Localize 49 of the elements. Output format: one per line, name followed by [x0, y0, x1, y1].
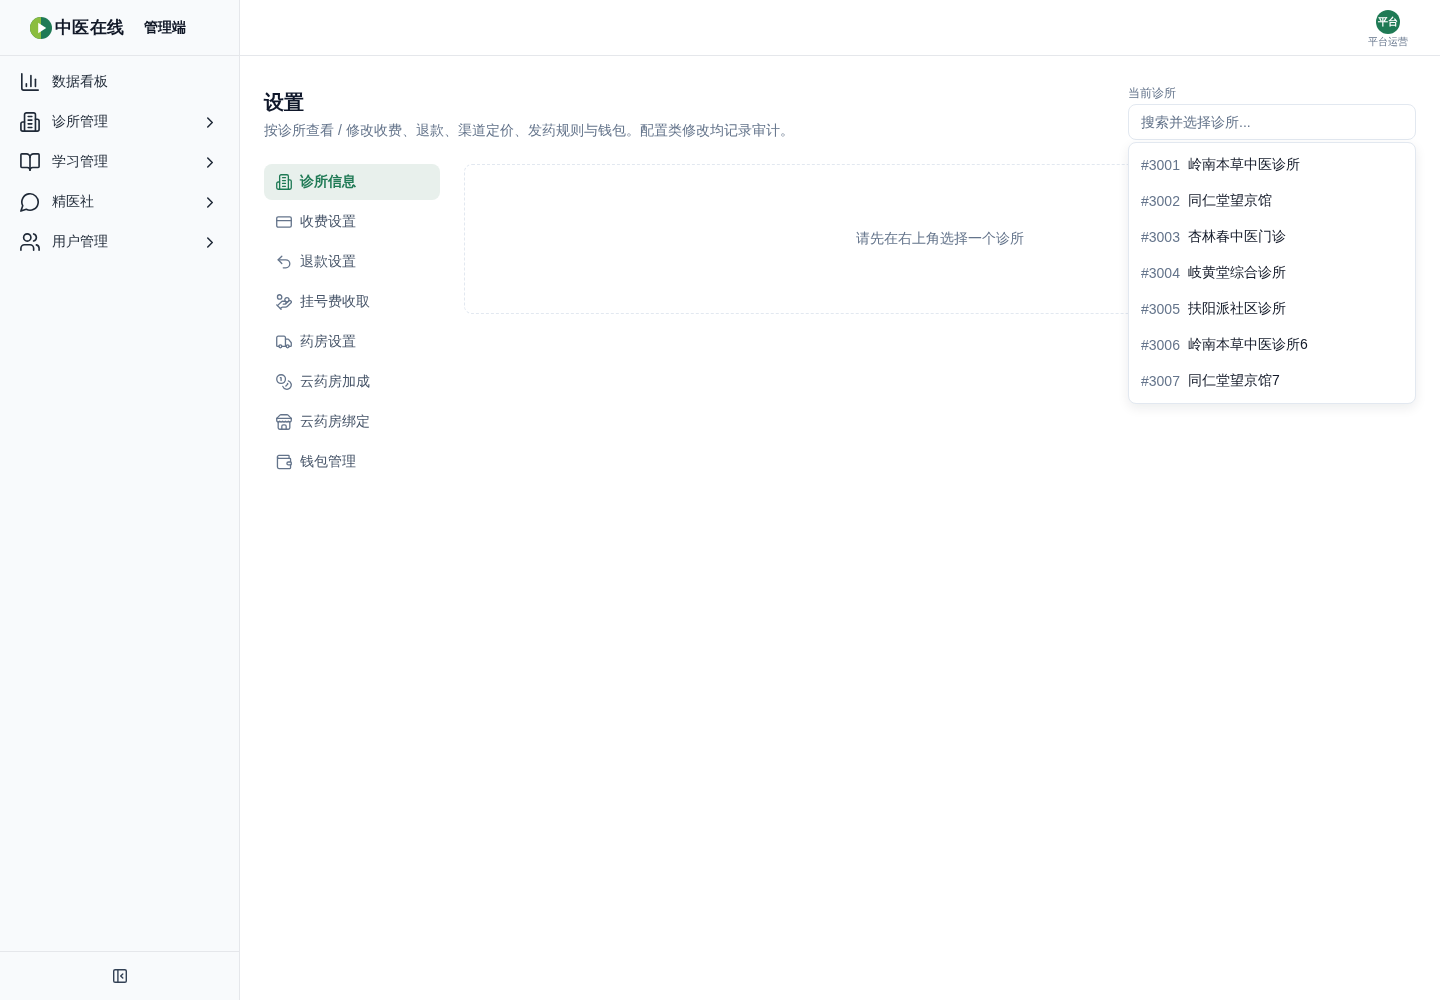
- brand-name: 中医在线: [55, 17, 125, 39]
- play-logo-icon: [30, 16, 52, 39]
- clinic-search-field[interactable]: 搜索并选择诊所...: [1128, 104, 1416, 140]
- bar-chart-icon: [20, 72, 40, 92]
- building-icon: [20, 112, 40, 132]
- building-icon: [276, 174, 292, 190]
- user-avatar[interactable]: 平台: [1376, 10, 1400, 34]
- credit-card-icon: [276, 214, 292, 230]
- settings-tab[interactable]: 云药房加成: [264, 364, 440, 400]
- app-role-label: 管理端: [144, 18, 187, 37]
- page-description: 按诊所查看 / 修改收费、退款、渠道定价、发药规则与钱包。配置类修改均记录审计。: [264, 121, 794, 140]
- clinic-option[interactable]: #3003 杏林春中医门诊: [1133, 219, 1411, 255]
- users-icon: [20, 232, 40, 252]
- coins-icon: [276, 374, 292, 390]
- hand-coins-icon: [276, 294, 292, 310]
- clinic-option[interactable]: #3004 岐黄堂综合诊所: [1133, 255, 1411, 291]
- empty-state-message: 请先在右上角选择一个诊所: [856, 230, 1024, 248]
- page-title: 设置: [264, 90, 305, 115]
- book-icon: [20, 152, 40, 172]
- sidebar-item[interactable]: 诊所管理: [12, 102, 227, 142]
- settings-tab[interactable]: 退款设置: [264, 244, 440, 280]
- chevron-right-icon: [207, 156, 213, 168]
- undo-arrow-icon: [276, 254, 292, 270]
- settings-tab[interactable]: 诊所信息: [264, 164, 440, 200]
- store-icon: [276, 414, 292, 430]
- sidebar-item[interactable]: 数据看板: [12, 62, 227, 102]
- sidebar-item[interactable]: 用户管理: [12, 222, 227, 262]
- clinic-option[interactable]: #3005 扶阳派社区诊所: [1133, 291, 1411, 327]
- panel-collapse-icon: [112, 969, 127, 983]
- settings-tab[interactable]: 收费设置: [264, 204, 440, 240]
- sidebar-item[interactable]: 精医社: [12, 182, 227, 222]
- chat-bubble-icon: [20, 192, 40, 212]
- truck-icon: [276, 334, 292, 350]
- chevron-right-icon: [207, 116, 213, 128]
- clinic-option[interactable]: #3002 同仁堂望京馆: [1133, 183, 1411, 219]
- clinic-option[interactable]: #3007 同仁堂望京馆7: [1133, 363, 1411, 399]
- sidebar-item[interactable]: 学习管理: [12, 142, 227, 182]
- settings-tab[interactable]: 挂号费收取: [264, 284, 440, 320]
- wallet-icon: [276, 454, 292, 470]
- chevron-right-icon: [207, 196, 213, 208]
- settings-tab[interactable]: 钱包管理: [264, 444, 440, 480]
- settings-tab[interactable]: 云药房绑定: [264, 404, 440, 440]
- chevron-right-icon: [207, 236, 213, 248]
- clinic-picker-label: 当前诊所: [1128, 85, 1177, 101]
- settings-tab[interactable]: 药房设置: [264, 324, 440, 360]
- clinic-option[interactable]: #3006 岭南本草中医诊所6: [1133, 327, 1411, 363]
- collapse-sidebar-button[interactable]: [110, 967, 129, 985]
- clinic-option[interactable]: #3001 岭南本草中医诊所: [1133, 147, 1411, 183]
- user-role-label: 平台运营: [1368, 35, 1408, 49]
